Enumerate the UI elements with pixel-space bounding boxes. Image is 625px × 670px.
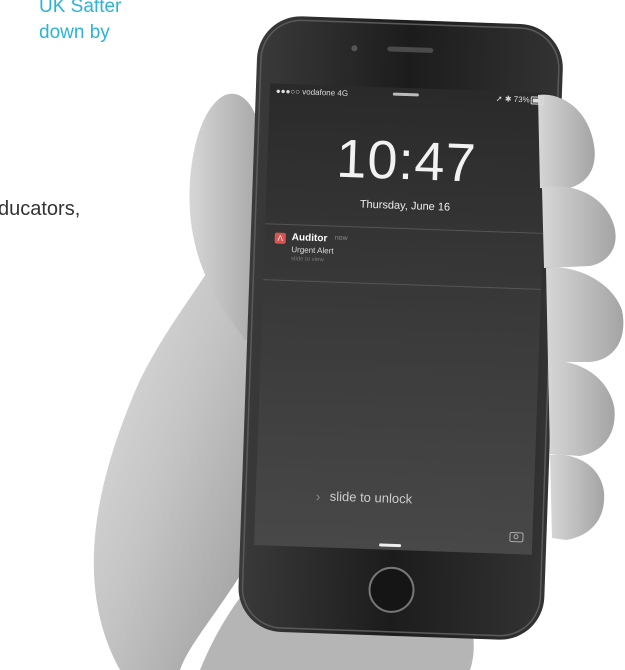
- lock-screen-date: Thursday, June 16: [359, 198, 451, 214]
- home-indicator: [379, 543, 402, 548]
- home-button-icon[interactable]: [368, 566, 415, 613]
- notification-divider-bottom: [263, 279, 542, 290]
- slide-to-unlock-label: slide to unlock: [329, 488, 413, 507]
- finger-4: [548, 361, 615, 456]
- finger-5: [550, 454, 605, 540]
- notification-message: Urgent Alert: [291, 245, 334, 256]
- notification-pull-handle[interactable]: [392, 92, 419, 97]
- camera-icon[interactable]: [509, 531, 524, 543]
- slide-to-unlock[interactable]: › slide to unlock: [315, 488, 486, 506]
- notification-app-name: Auditor: [291, 232, 328, 245]
- battery-icon: [530, 96, 544, 105]
- lock-screen-time: 10:47: [335, 128, 478, 194]
- chevron-right-icon: ›: [315, 488, 321, 505]
- carrier-signal: ●●●○○ vodafone 4G: [275, 86, 349, 99]
- lock-screen: ●●●○○ vodafone 4G ➚ ✱ 73% 10:47 Thursday…: [254, 83, 548, 554]
- auditor-app-icon: Λ: [274, 232, 286, 244]
- finger-2: [542, 186, 616, 268]
- notification-time: now: [334, 234, 348, 243]
- finger-3: [546, 267, 624, 362]
- notification-action: slide to view: [290, 256, 324, 264]
- status-indicators: ➚ ✱ 73%: [495, 94, 530, 105]
- notification-auditor[interactable]: Λ Auditor now Urgent Alert slide to view: [274, 232, 525, 281]
